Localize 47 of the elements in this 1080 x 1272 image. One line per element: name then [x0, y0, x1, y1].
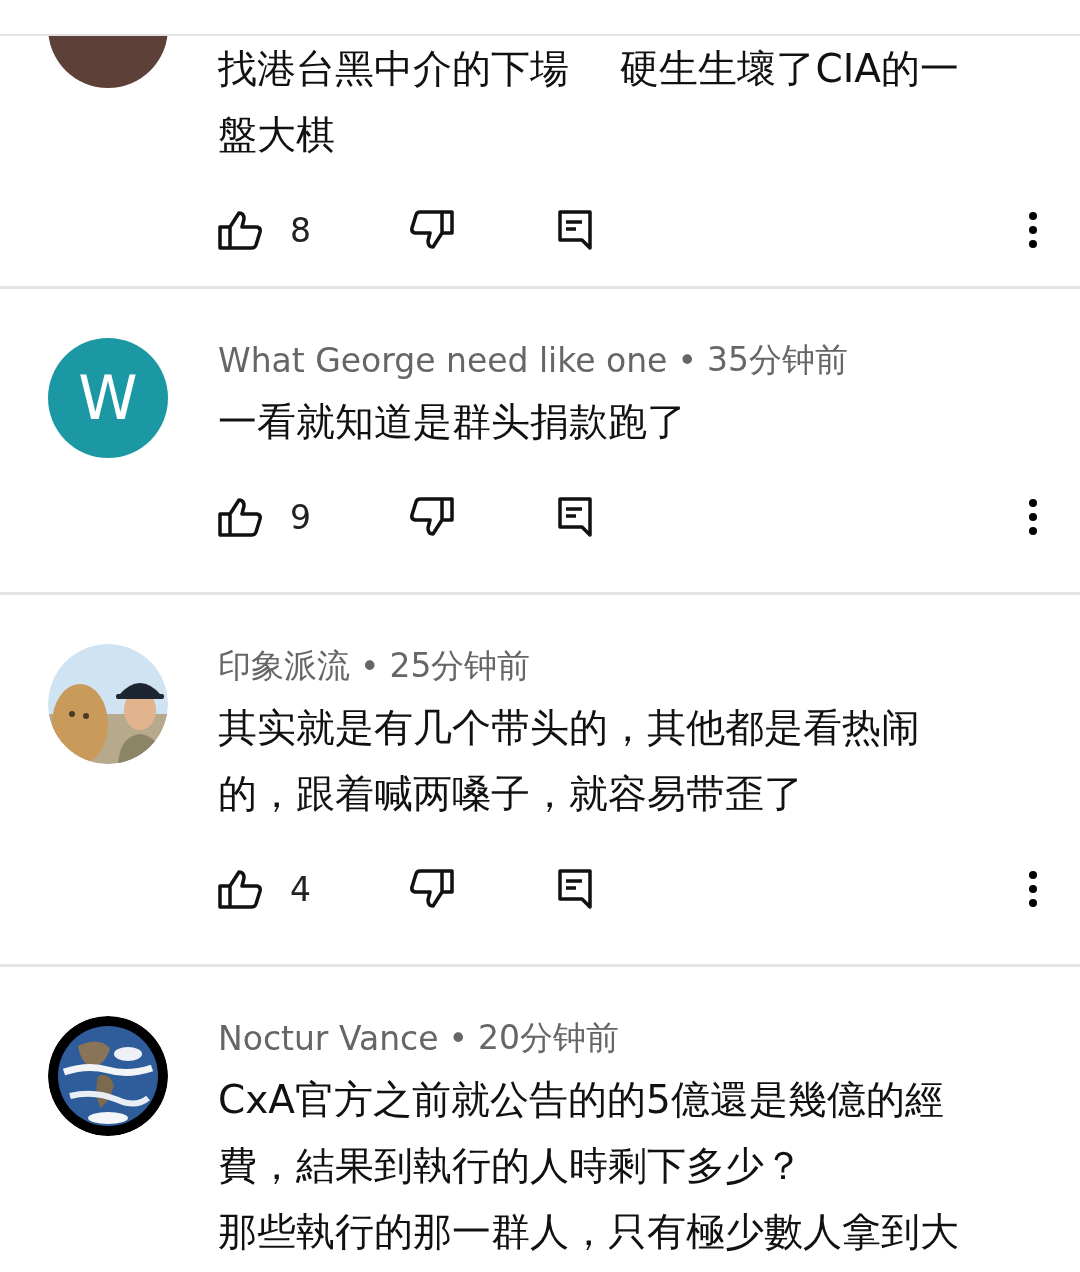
- thumbs-up-icon: [218, 497, 262, 537]
- thumbs-down-icon: [410, 210, 454, 250]
- more-icon: [1028, 499, 1038, 535]
- like-button[interactable]: [218, 497, 262, 537]
- thumbs-down-icon: [410, 869, 454, 909]
- comment-text: 找港台黑中介的下場 硬生生壞了CIA的一: [218, 45, 960, 93]
- like-count: 8: [290, 210, 311, 250]
- comment-text: 盤大棋: [218, 111, 336, 159]
- comment-text: 其实就是有几个带头的，其他都是看热闹: [218, 704, 921, 752]
- avatar[interactable]: [48, 36, 168, 88]
- reply-button[interactable]: [558, 210, 592, 250]
- separator-dot: •: [677, 340, 697, 380]
- like-button[interactable]: [218, 210, 262, 250]
- more-options-button[interactable]: [1028, 499, 1038, 535]
- author-name[interactable]: 印象派流: [218, 643, 350, 689]
- thumbs-up-icon: [218, 210, 262, 250]
- reply-button[interactable]: [558, 497, 592, 537]
- author-name[interactable]: What George need like one: [218, 340, 668, 380]
- comment-text: 的，跟着喊两嗓子，就容易带歪了: [218, 770, 804, 818]
- thumbs-up-icon: [218, 869, 262, 909]
- author-name[interactable]: Noctur Vance: [218, 1018, 439, 1058]
- comment-icon: [558, 210, 592, 250]
- dislike-button[interactable]: [410, 210, 454, 250]
- comment-text: 費，結果到執行的人時剩下多少？: [218, 1142, 804, 1190]
- comment-icon: [558, 497, 592, 537]
- comment-icon: [558, 869, 592, 909]
- timestamp: 20分钟前: [478, 1016, 619, 1059]
- comment-text: 那些執行的那一群人，只有極少數人拿到大: [218, 1208, 960, 1256]
- dislike-button[interactable]: [410, 869, 454, 909]
- like-button[interactable]: [218, 869, 262, 909]
- like-count: 4: [290, 869, 311, 909]
- more-options-button[interactable]: [1028, 871, 1038, 907]
- more-icon: [1028, 871, 1038, 907]
- timestamp: 35分钟前: [706, 338, 848, 381]
- separator-dot: •: [448, 1018, 468, 1058]
- timestamp: 25分钟前: [389, 644, 531, 687]
- dislike-button[interactable]: [410, 497, 454, 537]
- avatar-letter: W: [78, 363, 138, 433]
- like-count: 9: [290, 497, 311, 537]
- reply-button[interactable]: [558, 869, 592, 909]
- more-options-button[interactable]: [1028, 212, 1038, 248]
- comment-text: CxA官方之前就公告的的5億還是幾億的經: [218, 1076, 945, 1124]
- comment-text: 一看就知道是群头捐款跑了: [218, 398, 687, 446]
- thumbs-down-icon: [410, 497, 454, 537]
- more-icon: [1028, 212, 1038, 248]
- separator-dot: •: [360, 646, 380, 686]
- avatar[interactable]: W: [48, 338, 168, 458]
